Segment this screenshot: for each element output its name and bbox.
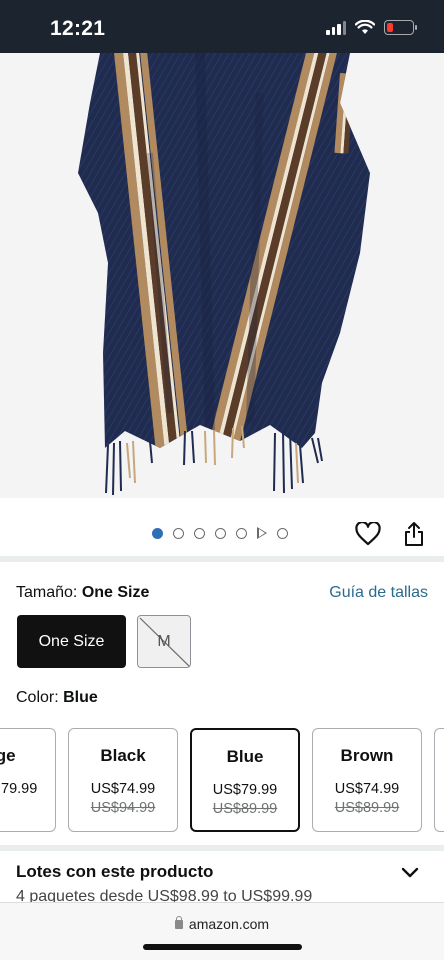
browser-url-bar[interactable]: amazon.com (0, 902, 444, 960)
product-page: 12:21 Tamaño: One Size Guía de tallas On… (0, 0, 444, 960)
swatch-price: US$79.99 (212, 782, 278, 798)
carousel-dot[interactable] (194, 527, 205, 539)
bundles-title[interactable]: Lotes con este producto (16, 862, 213, 882)
battery-level (387, 23, 393, 32)
swatch-price: 79.99 (1, 781, 38, 797)
carousel-dot[interactable] (277, 527, 288, 539)
home-indicator[interactable] (143, 944, 302, 950)
selected-size: One Size (81, 584, 150, 601)
section-divider (0, 845, 444, 851)
poncho-illustration (78, 53, 370, 496)
carousel-dot[interactable] (173, 527, 184, 539)
size-option-label: One Size (38, 632, 105, 650)
swatch-name: Black (100, 746, 146, 765)
color-swatch-beige[interactable]: ige 79.99 (0, 728, 56, 832)
carousel-dot[interactable] (236, 527, 247, 539)
carousel-controls (0, 498, 444, 556)
swatch-list-price: US$94.99 (90, 800, 156, 816)
url-text: amazon.com (188, 916, 270, 932)
color-swatch-black[interactable]: Black US$74.99 US$94.99 (68, 728, 178, 832)
carousel-dots (152, 527, 288, 539)
color-swatch-next[interactable] (434, 728, 444, 832)
size-guide-link[interactable]: Guía de tallas (329, 584, 428, 602)
color-swatch-brown[interactable]: Brown US$74.99 US$89.99 (312, 728, 422, 832)
selected-color: Blue (63, 689, 98, 706)
section-divider (0, 556, 444, 562)
status-bar: 12:21 (0, 0, 444, 53)
battery-icon (384, 20, 417, 35)
swatch-list-price: US$89.99 (334, 800, 400, 816)
video-play-icon[interactable] (257, 527, 267, 539)
share-button[interactable] (400, 520, 428, 548)
status-time: 12:21 (50, 17, 106, 40)
size-option-one-size[interactable]: One Size (17, 615, 126, 668)
color-label: Color: Blue (16, 689, 98, 706)
color-swatch-blue[interactable]: Blue US$79.99 US$89.99 (190, 728, 300, 832)
cellular-signal-icon (326, 20, 346, 35)
url-display[interactable]: amazon.com (0, 916, 444, 932)
swatch-name: Blue (226, 747, 264, 766)
size-option-m[interactable]: M (137, 615, 191, 668)
swatch-name: ige (0, 746, 16, 765)
swatch-name: Brown (340, 746, 394, 765)
heart-icon (355, 522, 381, 546)
wishlist-button[interactable] (354, 520, 382, 548)
swatch-price: US$74.99 (90, 781, 156, 797)
lock-icon (174, 916, 183, 929)
product-image[interactable] (0, 53, 444, 498)
wifi-icon (355, 20, 375, 34)
carousel-dot[interactable] (215, 527, 226, 539)
swatch-price: US$74.99 (334, 781, 400, 797)
share-icon (405, 522, 423, 546)
carousel-dot[interactable] (152, 527, 163, 539)
chevron-down-icon[interactable] (400, 866, 420, 880)
size-option-label: M (157, 632, 171, 650)
swatch-list-price: US$89.99 (212, 801, 278, 817)
status-icons (326, 20, 417, 35)
size-label: Tamaño: One Size (16, 584, 150, 601)
